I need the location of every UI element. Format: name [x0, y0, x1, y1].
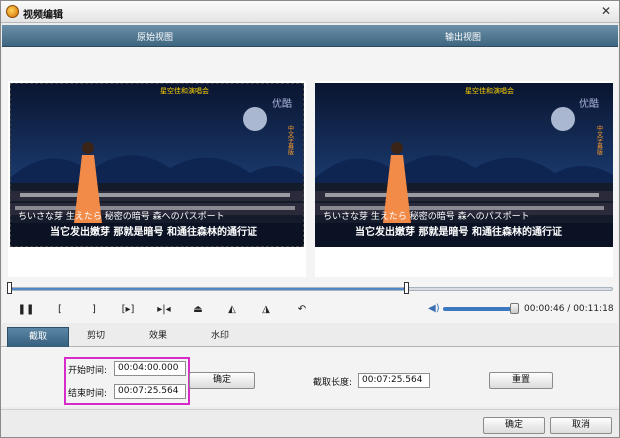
play-segment-button[interactable]: [▸] [119, 303, 137, 317]
view-header-bar: 原始视图 输出视图 [2, 25, 618, 47]
overlay-logo: 优酷 [272, 97, 292, 110]
overlay-side-text: 中文字幕版 [287, 124, 294, 156]
undo-button[interactable]: ↶ [293, 303, 311, 317]
pause-button[interactable]: ❚❚ [17, 303, 35, 317]
volume-icon[interactable]: ◀) [428, 303, 440, 315]
app-icon [6, 5, 19, 18]
output-video-image: ちいさな芽 生えたら 秘密の暗号 森へのパスポート 当它发出嫩芽 那就是暗号 和… [315, 83, 613, 247]
tab-crop[interactable]: 剪切 [65, 327, 127, 347]
video-edit-window: 视频编辑 ✕ 原始视图 输出视图 ちいさな芽 生えたら 秘密の暗号 森へのパスポ… [0, 0, 620, 438]
tab-watermark[interactable]: 水印 [189, 327, 251, 347]
total-time: 00:11:18 [573, 304, 614, 314]
edit-tabs: 截取 剪切 效果 水印 [1, 327, 619, 347]
original-view-label: 原始视图 [137, 33, 174, 43]
timeline-slider[interactable] [9, 287, 613, 291]
output-subtitle-jp: ちいさな芽 生えたら 秘密の暗号 森へのパスポート [323, 210, 530, 222]
overlay-title: 星空佳和演唱会 [160, 86, 209, 95]
ok-button[interactable]: 确定 [483, 417, 545, 434]
original-preview-panel: ちいさな芽 生えたら 秘密の暗号 森へのパスポート 当它发出嫩芽 那就是暗号 和… [8, 81, 306, 277]
overlay-subtitle-jp: ちいさな芽 生えたら 秘密の暗号 森へのパスポート [18, 210, 225, 222]
window-title: 视频编辑 [23, 10, 63, 21]
rotate-left-button[interactable]: ◭ [223, 303, 241, 317]
volume-slider[interactable] [443, 307, 519, 311]
step-button[interactable]: ▸|◂ [155, 303, 173, 317]
reset-button[interactable]: 重置 [489, 372, 553, 389]
mark-out-button[interactable]: ] [85, 303, 103, 317]
original-video-image: ちいさな芽 生えたら 秘密の暗号 森へのパスポート 当它发出嫩芽 那就是暗号 和… [10, 83, 304, 247]
tab-effect[interactable]: 效果 [127, 327, 189, 347]
start-time-input[interactable]: 00:04:00.000 [114, 361, 186, 376]
overlay-subtitle-cn: 当它发出嫩芽 那就是暗号 和通往森林的通行证 [50, 225, 257, 238]
trim-length-label: 截取长度: [313, 378, 353, 388]
tab-trim[interactable]: 截取 [7, 327, 69, 347]
output-subtitle-cn: 当它发出嫩芽 那就是暗号 和通往森林的通行证 [355, 225, 562, 238]
timeline-progress [10, 288, 407, 290]
end-marker-handle[interactable] [404, 282, 409, 294]
flip-vertical-button[interactable]: ⏏ [189, 303, 207, 317]
volume-thumb[interactable] [510, 303, 519, 314]
output-view-label: 输出视图 [445, 33, 482, 43]
time-separator: / [564, 304, 574, 314]
output-logo: 优酷 [579, 97, 599, 110]
rotate-right-button[interactable]: ◮ [257, 303, 275, 317]
original-video-frame[interactable]: ちいさな芽 生えたら 秘密の暗号 森へのパスポート 当它发出嫩芽 那就是暗号 和… [10, 83, 304, 247]
output-video-frame: ちいさな芽 生えたら 秘密の暗号 森へのパスポート 当它发出嫩芽 那就是暗号 和… [315, 83, 613, 247]
title-bar: 视频编辑 ✕ [1, 1, 619, 23]
end-time-label: 结束时间: [68, 389, 108, 399]
cancel-button[interactable]: 取消 [550, 417, 612, 434]
trim-confirm-button[interactable]: 确定 [189, 372, 255, 389]
preview-area: ちいさな芽 生えたら 秘密の暗号 森へのパスポート 当它发出嫩芽 那就是暗号 和… [2, 47, 618, 323]
end-time-input[interactable]: 00:07:25.564 [114, 384, 186, 399]
start-marker-handle[interactable] [7, 282, 12, 294]
mark-in-button[interactable]: [ [51, 303, 69, 317]
start-time-label: 开始时间: [68, 366, 108, 376]
output-side-text: 中文字幕版 [596, 124, 603, 156]
output-preview-panel: ちいさな芽 生えたら 秘密の暗号 森へのパスポート 当它发出嫩芽 那就是暗号 和… [315, 81, 613, 277]
time-readout: 00:00:46 / 00:11:18 [524, 304, 614, 314]
current-time: 00:00:46 [524, 304, 565, 314]
trim-length-value: 00:07:25.564 [358, 373, 430, 388]
close-icon[interactable]: ✕ [599, 5, 613, 19]
dialog-footer: 确定 取消 [1, 409, 619, 437]
output-title: 星空佳和演唱会 [465, 86, 514, 95]
